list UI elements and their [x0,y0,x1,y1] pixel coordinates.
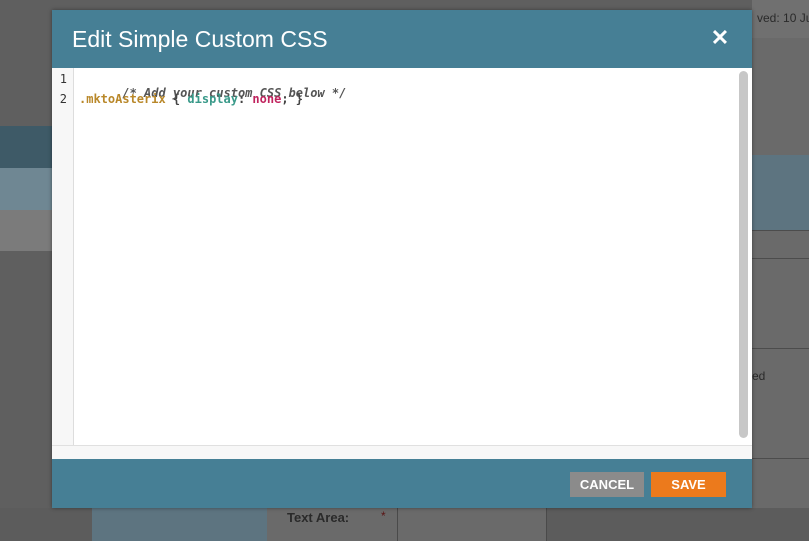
edit-css-dialog: Edit Simple Custom CSS ✕ 1 2 /* Add your… [52,10,752,508]
dialog-footer: CANCEL SAVE [52,459,752,508]
css-code-editor[interactable]: 1 2 /* Add your custom CSS below */ .mkt… [52,68,752,445]
save-button[interactable]: SAVE [651,472,726,497]
editor-scrollbar[interactable] [739,71,748,438]
textarea-field-label: Text Area: [287,510,350,525]
css-brace-close: ; } [281,92,304,106]
css-selector: .mktoAsterix [79,92,166,106]
background-right-panel [752,0,809,541]
background-form-cell [398,508,547,541]
required-marker: * [381,509,386,523]
line-number: 2 [59,92,67,106]
code-line[interactable]: .mktoAsterix { display: none; } [79,92,303,106]
background-form-block [92,508,267,541]
background-panel-block [752,155,809,230]
background-nav-item [0,210,52,251]
dialog-header: Edit Simple Custom CSS ✕ [52,10,752,68]
cancel-button[interactable]: CANCEL [570,472,644,497]
divider [752,230,809,231]
saved-timestamp: ved: 10 Ju [757,11,809,25]
line-number-gutter: 1 2 [52,68,74,445]
divider [752,458,809,459]
css-brace-open: { [165,92,188,106]
close-icon[interactable]: ✕ [709,27,731,49]
css-property: display [187,92,238,106]
dialog-title: Edit Simple Custom CSS [72,26,328,52]
background-nav-item [0,168,52,210]
divider [52,445,752,446]
line-number: 1 [59,72,67,86]
divider [752,348,809,349]
background-nav-item [0,126,52,168]
background-partial-text: ed [752,369,766,383]
css-colon: : [237,92,253,106]
divider [752,258,809,259]
css-value: none [252,92,282,106]
